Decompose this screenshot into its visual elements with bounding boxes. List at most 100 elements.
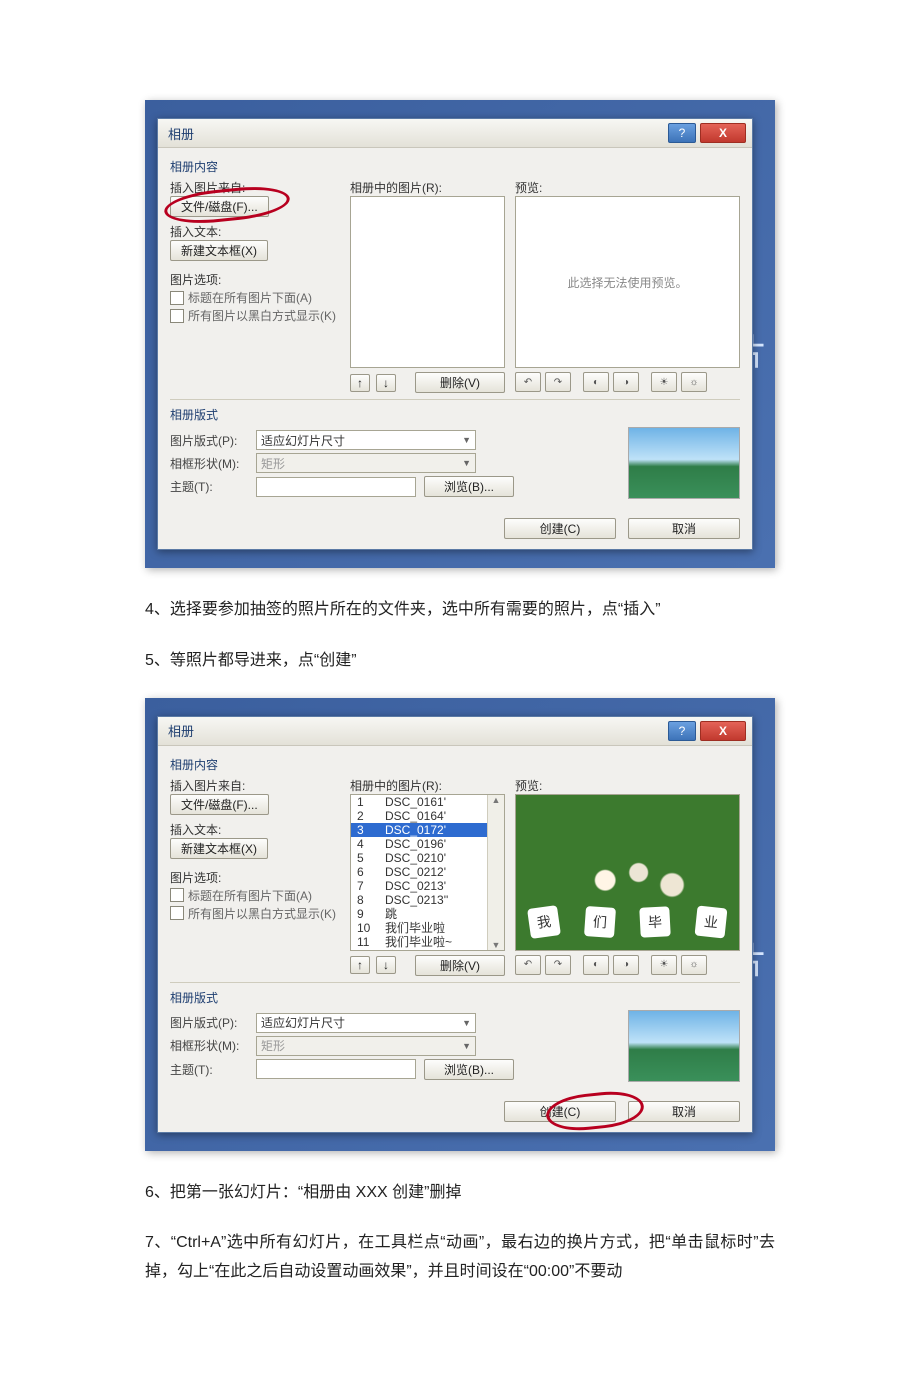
brightness-down-icon-2[interactable]: ☼: [681, 955, 707, 975]
step-7: 7、“Ctrl+A”选中所有幻灯片，在工具栏点“动画”，最右边的换片方式，把“单…: [145, 1229, 775, 1287]
move-up-button-2[interactable]: ↑: [350, 956, 370, 974]
dialog-body-2: 相册内容 插入图片来自: 文件/磁盘(F)... 插入文本: 新建文本框(X) …: [158, 746, 752, 1093]
theme-field-label: 主题(T):: [170, 478, 248, 495]
screenshot-1: 片 相册 ? X 相册内容 插入图片来自: 文件/磁盘(F)... 插入文本: …: [145, 100, 775, 568]
insert-from-label-2: 插入图片来自:: [170, 777, 340, 794]
new-textbox-button[interactable]: 新建文本框(X): [170, 240, 268, 261]
document-page: 片 相册 ? X 相册内容 插入图片来自: 文件/磁盘(F)... 插入文本: …: [0, 0, 920, 1389]
list-item[interactable]: 2DSC_0164': [351, 809, 504, 823]
album-dialog-2: 相册 ? X 相册内容 插入图片来自: 文件/磁盘(F)... 插入文本: 新建…: [157, 716, 753, 1133]
preview-empty-text: 此选择无法使用预览。: [567, 274, 687, 291]
dialog-titlebar-2: 相册 ? X: [158, 717, 752, 746]
move-down-button-2[interactable]: ↓: [376, 956, 396, 974]
rotate-left-icon[interactable]: ↶: [515, 372, 541, 392]
rotate-right-icon-2[interactable]: ↷: [545, 955, 571, 975]
brightness-up-icon-2[interactable]: ☀: [651, 955, 677, 975]
help-button-2[interactable]: ?: [668, 721, 696, 741]
preview-box-empty: 此选择无法使用预览。: [515, 196, 740, 368]
preview-cards: 我们毕业: [529, 907, 725, 937]
layout-thumbnail-2: [628, 1010, 740, 1082]
cancel-button[interactable]: 取消: [628, 518, 740, 539]
frame-field-label-2: 相框形状(M):: [170, 1037, 248, 1054]
frame-combo: 矩形▼: [256, 453, 476, 473]
file-disk-button-2[interactable]: 文件/磁盘(F)...: [170, 794, 269, 815]
theme-input[interactable]: [256, 477, 416, 497]
step-4: 4、选择要参加抽签的照片所在的文件夹，选中所有需要的照片，点“插入”: [145, 596, 775, 625]
contrast-up-icon[interactable]: ◐: [583, 372, 609, 392]
caption-checkbox[interactable]: 标题在所有图片下面(A): [170, 289, 340, 306]
pics-in-album-label-2: 相册中的图片(R):: [350, 777, 505, 794]
list-item[interactable]: 6DSC_0212': [351, 865, 504, 879]
new-textbox-button-2[interactable]: 新建文本框(X): [170, 838, 268, 859]
browse-button-2[interactable]: 浏览(B)...: [424, 1059, 514, 1080]
brightness-down-icon[interactable]: ☼: [681, 372, 707, 392]
picture-listbox[interactable]: 1DSC_0161'2DSC_0164'3DSC_0172'4DSC_0196'…: [350, 794, 505, 951]
insert-from-label: 插入图片来自:: [170, 179, 340, 196]
scrollbar[interactable]: [487, 795, 504, 950]
list-item[interactable]: 4DSC_0196': [351, 837, 504, 851]
image-adjust-icons: ↶ ↷ ◐ ◑ ☀ ☼: [515, 372, 740, 392]
section-content-label: 相册内容: [170, 156, 740, 179]
pic-options-label: 图片选项:: [170, 271, 340, 288]
layout-combo-value: 适应幻灯片尺寸: [261, 432, 345, 449]
remove-button[interactable]: 删除(V): [415, 372, 505, 393]
preview-box-image: 我们毕业: [515, 794, 740, 951]
list-item[interactable]: 3DSC_0172': [351, 823, 504, 837]
bw-checkbox-2[interactable]: 所有图片以黑白方式显示(K): [170, 905, 340, 922]
list-item[interactable]: 8DSC_0213'': [351, 893, 504, 907]
layout-thumbnail: [628, 427, 740, 499]
file-disk-button[interactable]: 文件/磁盘(F)...: [170, 196, 269, 217]
picture-listbox-empty[interactable]: [350, 196, 505, 368]
create-button[interactable]: 创建(C): [504, 518, 616, 539]
list-item[interactable]: 10我们毕业啦: [351, 921, 504, 935]
step-6: 6、把第一张幻灯片：“相册由 XXX 创建”删掉: [145, 1179, 775, 1208]
list-item[interactable]: 1DSC_0161': [351, 795, 504, 809]
dialog-titlebar: 相册 ? X: [158, 119, 752, 148]
list-item[interactable]: 9跳: [351, 907, 504, 921]
layout-combo[interactable]: 适应幻灯片尺寸▼: [256, 430, 476, 450]
bw-checkbox-label: 所有图片以黑白方式显示(K): [188, 307, 336, 324]
layout-combo-2[interactable]: 适应幻灯片尺寸▼: [256, 1013, 476, 1033]
rotate-right-icon[interactable]: ↷: [545, 372, 571, 392]
preview-card: 业: [694, 906, 727, 939]
remove-button-2[interactable]: 删除(V): [415, 955, 505, 976]
preview-card: 我: [527, 905, 561, 939]
dialog-title-2: 相册: [168, 721, 664, 740]
brightness-up-icon[interactable]: ☀: [651, 372, 677, 392]
frame-field-label: 相框形状(M):: [170, 455, 248, 472]
close-button-2[interactable]: X: [700, 721, 746, 741]
contrast-down-icon-2[interactable]: ◑: [613, 955, 639, 975]
list-item[interactable]: 5DSC_0210': [351, 851, 504, 865]
insert-text-label-2: 插入文本:: [170, 821, 340, 838]
list-item[interactable]: 12我要飞~: [351, 949, 504, 951]
move-down-button[interactable]: ↓: [376, 374, 396, 392]
rotate-left-icon-2[interactable]: ↶: [515, 955, 541, 975]
frame-combo-value: 矩形: [261, 455, 285, 472]
list-item[interactable]: 11我们毕业啦~: [351, 935, 504, 949]
insert-text-label: 插入文本:: [170, 223, 340, 240]
close-button[interactable]: X: [700, 123, 746, 143]
contrast-down-icon[interactable]: ◑: [613, 372, 639, 392]
pics-in-album-label: 相册中的图片(R):: [350, 179, 505, 196]
caption-checkbox-label-2: 标题在所有图片下面(A): [188, 887, 312, 904]
layout-field-label: 图片版式(P):: [170, 432, 248, 449]
caption-checkbox-2[interactable]: 标题在所有图片下面(A): [170, 887, 340, 904]
dialog-title: 相册: [168, 124, 664, 143]
create-button-2[interactable]: 创建(C): [504, 1101, 616, 1122]
browse-button[interactable]: 浏览(B)...: [424, 476, 514, 497]
cancel-button-2[interactable]: 取消: [628, 1101, 740, 1122]
image-adjust-icons-2: ↶ ↷ ◐ ◑ ☀ ☼: [515, 955, 740, 975]
theme-input-2[interactable]: [256, 1059, 416, 1079]
move-up-button[interactable]: ↑: [350, 374, 370, 392]
help-button[interactable]: ?: [668, 123, 696, 143]
list-item[interactable]: 7DSC_0213': [351, 879, 504, 893]
preview-label: 预览:: [515, 179, 740, 196]
caption-checkbox-label: 标题在所有图片下面(A): [188, 289, 312, 306]
screenshot-2: 片 相册 ? X 相册内容 插入图片来自: 文件/磁盘(F)... 插入文本: …: [145, 698, 775, 1151]
section-layout-label: 相册版式: [170, 404, 740, 427]
bw-checkbox[interactable]: 所有图片以黑白方式显示(K): [170, 307, 340, 324]
contrast-up-icon-2[interactable]: ◐: [583, 955, 609, 975]
pic-options-label-2: 图片选项:: [170, 869, 340, 886]
preview-image: 我们毕业: [516, 795, 739, 950]
frame-combo-2: 矩形▼: [256, 1036, 476, 1056]
